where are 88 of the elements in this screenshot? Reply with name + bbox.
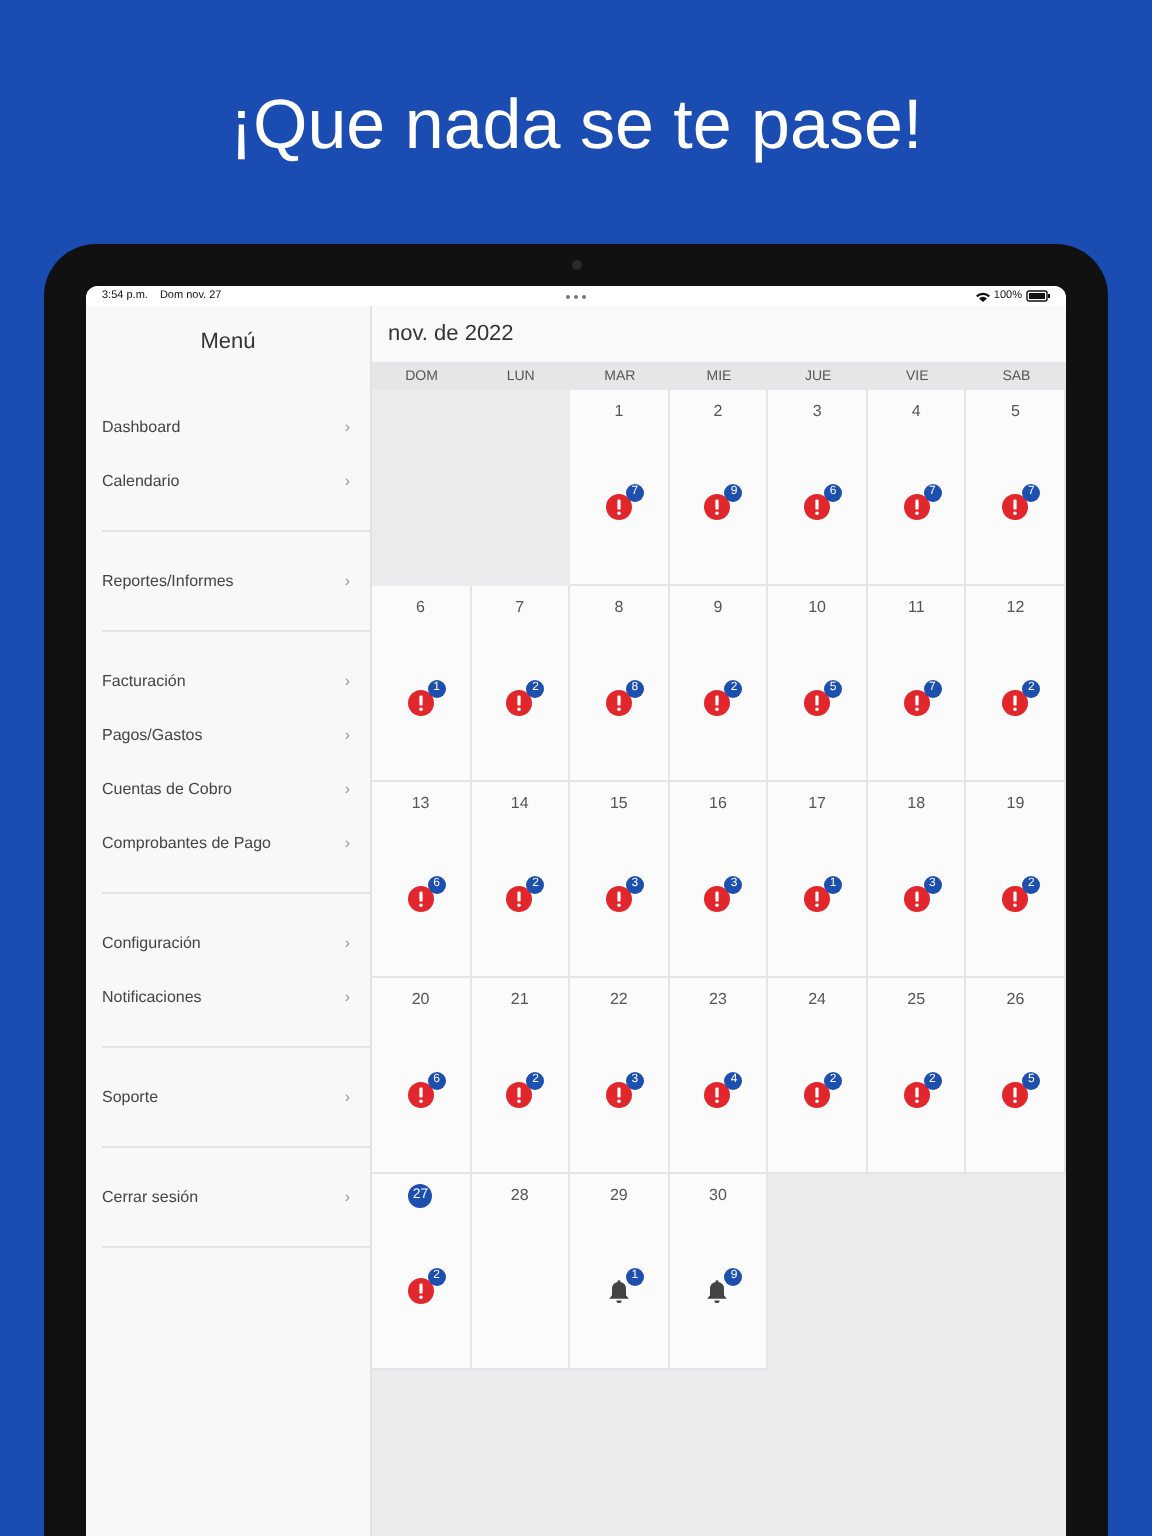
menu-item[interactable]: Cuentas de Cobro › <box>102 762 370 816</box>
day-number: 30 <box>709 1184 727 1208</box>
alert-icon <box>704 494 731 520</box>
alert-icon <box>704 690 731 716</box>
day-number: 26 <box>1006 988 1025 1012</box>
alert-icon <box>605 886 632 912</box>
alert-icon <box>804 886 831 912</box>
alert-icon <box>804 690 831 716</box>
menu-item[interactable]: Pagos/Gastos › <box>102 708 370 762</box>
day-cell[interactable]: 28 <box>471 1174 571 1370</box>
day-number: 9 <box>713 596 723 620</box>
alert-icon <box>407 690 434 716</box>
menu-item[interactable]: Soporte › <box>102 1070 370 1124</box>
chevron-icon: › <box>344 672 350 690</box>
day-number: 3 <box>812 400 822 424</box>
chevron-icon: › <box>344 934 350 952</box>
alert-icon <box>407 1082 434 1108</box>
day-number: 8 <box>614 596 624 620</box>
day-number: 5 <box>1010 400 1020 424</box>
day-number: 20 <box>411 988 430 1012</box>
alert-icon <box>1002 690 1029 716</box>
alert-icon <box>903 1082 930 1108</box>
day-number: 14 <box>510 792 529 816</box>
menu-item[interactable]: Calendario › <box>102 454 370 508</box>
day-number: 22 <box>609 988 628 1012</box>
chevron-icon: › <box>344 834 350 852</box>
chevron-icon: › <box>344 726 350 744</box>
chevron-icon: › <box>344 472 350 490</box>
day-number: 10 <box>808 596 827 620</box>
alert-icon <box>407 1278 434 1304</box>
alert-icon <box>407 886 434 912</box>
chevron-icon: › <box>344 780 350 798</box>
day-number: 12 <box>1006 596 1025 620</box>
alert-icon <box>903 494 930 520</box>
alert-icon <box>506 886 533 912</box>
alert-icon <box>804 1082 831 1108</box>
bell-icon <box>605 1278 632 1304</box>
alert-icon <box>804 494 831 520</box>
day-number: 7 <box>515 596 525 620</box>
menu-item[interactable]: Notificaciones › <box>102 970 370 1024</box>
menu-title: Menú <box>200 330 256 354</box>
day-number: 24 <box>808 988 827 1012</box>
chevron-icon: › <box>344 1088 350 1106</box>
alert-icon <box>704 886 731 912</box>
day-number: 2 <box>713 400 723 424</box>
day-number: 19 <box>1006 792 1025 816</box>
multitask-dots-icon[interactable] <box>564 293 588 299</box>
alert-icon <box>1002 1082 1029 1108</box>
alert-icon <box>506 1082 533 1108</box>
menu-item[interactable]: Comprobantes de Pago › <box>102 816 370 870</box>
day-number: 15 <box>609 792 628 816</box>
chevron-icon: › <box>344 1188 350 1206</box>
menu-item[interactable]: Dashboard › <box>102 400 370 454</box>
chevron-icon: › <box>344 418 350 436</box>
menu-item[interactable]: Configuración › <box>102 916 370 970</box>
chevron-icon: › <box>344 572 350 590</box>
alert-icon <box>605 494 632 520</box>
day-number: 25 <box>907 988 926 1012</box>
day-number: 13 <box>411 792 430 816</box>
day-number: 11 <box>907 596 925 620</box>
menu-item[interactable]: Reportes/Informes › <box>102 554 370 608</box>
alert-icon <box>506 690 533 716</box>
chevron-icon: › <box>344 988 350 1006</box>
alert-icon <box>1002 494 1029 520</box>
day-number: 23 <box>709 988 727 1012</box>
headline: ¡Que nada se te pase! <box>227 84 925 160</box>
month-title: nov. de 2022 <box>388 322 514 346</box>
day-number: 4 <box>911 400 921 424</box>
menu-item[interactable]: Cerrar sesión › <box>102 1170 370 1224</box>
alert-icon <box>605 1082 632 1108</box>
alert-icon <box>1002 886 1029 912</box>
day-number: 17 <box>808 792 827 816</box>
day-number: 1 <box>614 400 624 424</box>
day-number: 16 <box>709 792 727 816</box>
battery-icon <box>1026 290 1050 302</box>
day-number: 21 <box>510 988 529 1012</box>
bell-icon <box>704 1278 731 1304</box>
day-number: 6 <box>416 596 425 620</box>
alert-icon <box>605 690 632 716</box>
alert-icon <box>903 690 930 716</box>
alert-icon <box>903 886 930 912</box>
wifi-icon <box>975 291 990 301</box>
day-number: 29 <box>609 1184 628 1208</box>
menu-item[interactable]: Facturación › <box>102 654 370 708</box>
day-number: 28 <box>510 1184 529 1208</box>
camera-icon <box>571 260 581 270</box>
alert-icon <box>704 1082 731 1108</box>
day-number: 18 <box>907 792 926 816</box>
